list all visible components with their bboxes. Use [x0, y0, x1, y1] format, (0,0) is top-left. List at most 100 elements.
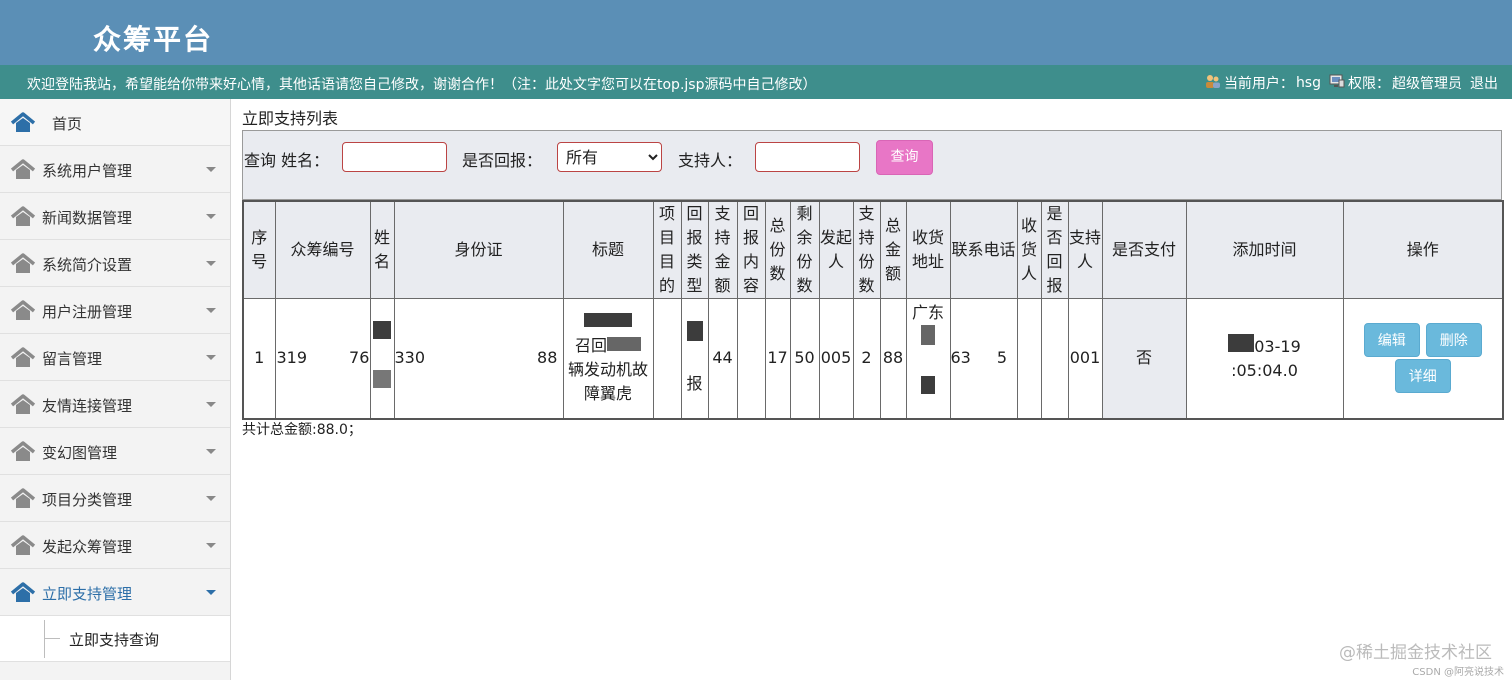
column-header: 是否回报 [1040, 200, 1069, 299]
cell-added-time: 03-19 :05:04.0 [1185, 298, 1344, 419]
house-icon [10, 112, 36, 132]
column-header: 联系电话 [949, 200, 1018, 299]
column-header: 总份数 [764, 200, 791, 299]
column-header: 收货人 [1016, 200, 1042, 299]
house-icon [10, 394, 36, 414]
sidebar-item-registration[interactable]: 用户注册管理 [0, 287, 230, 334]
sidebar-item-support[interactable]: 立即支持管理 [0, 569, 230, 616]
sidebar-item-carousel[interactable]: 变幻图管理 [0, 428, 230, 475]
sidebar-item-messages[interactable]: 留言管理 [0, 334, 230, 381]
cell-reward-content [736, 298, 766, 419]
house-icon [10, 582, 36, 602]
column-header: 支持金额 [707, 200, 738, 299]
sidebar-item-label: 首页 [52, 115, 83, 133]
table-header-row: 序号 众筹编号 姓名 身份证 标题 项目目的 回报类型 支持金额 回报内容 总份… [242, 200, 1504, 299]
id-card-head: 330 [394, 348, 426, 368]
column-header: 收货地址 [905, 200, 951, 299]
role-value: 超级管理员 [1392, 76, 1462, 92]
cell-actions: 编辑 删除 详细 [1342, 298, 1504, 419]
column-header: 支持份数 [852, 200, 881, 299]
cell-is-reward [1040, 298, 1069, 419]
role-icon [1329, 74, 1345, 92]
sidebar-subitem-support-query[interactable]: 立即支持查询 [0, 616, 230, 662]
welcome-bar: 欢迎登陆我站，希望能给你带来好心情，其他话语请您自己修改，谢谢合作！（注：此处文… [0, 65, 1512, 99]
sidebar-item-label: 变幻图管理 [42, 444, 118, 462]
chevron-down-icon [206, 308, 216, 313]
cell-total-shares: 17 [764, 298, 791, 419]
cell-reward-type: 报 [680, 298, 709, 419]
sidebar-item-label: 发起众筹管理 [42, 538, 133, 556]
name-input[interactable] [342, 142, 447, 172]
main-content: 立即支持列表 查询 姓名： 是否回报： 所有 支持人： 查询 序号 众筹编号 姓… [231, 99, 1512, 680]
search-panel: 查询 姓名： 是否回报： 所有 支持人： 查询 [242, 130, 1502, 200]
site-title: 众筹平台 [93, 23, 214, 56]
redacted-block [686, 320, 703, 341]
current-user: hsg [1295, 75, 1321, 91]
chevron-down-icon [206, 261, 216, 266]
sidebar-item-news[interactable]: 新闻数据管理 [0, 193, 230, 240]
id-card-tail: 88 [537, 348, 558, 368]
redacted-block [373, 370, 391, 389]
sidebar-item-intro[interactable]: 系统简介设置 [0, 240, 230, 287]
reward-type-text: 报 [686, 373, 703, 393]
detail-button[interactable]: 详细 [1394, 359, 1451, 394]
column-header: 剩余份数 [789, 200, 820, 299]
redacted-block [921, 325, 935, 345]
cell-is-paid: 否 [1101, 298, 1187, 419]
tree-line [44, 620, 45, 658]
sidebar: 首页 系统用户管理 新闻数据管理 系统简介设置 用户注册管理 留言管理 友情连接… [0, 99, 231, 680]
chevron-down-icon [206, 402, 216, 407]
house-icon [10, 535, 36, 555]
sidebar-item-crowdfunding[interactable]: 发起众筹管理 [0, 522, 230, 569]
chevron-down-icon [206, 496, 216, 501]
house-icon [10, 441, 36, 461]
title-line2: 辆发动机故 [567, 360, 648, 380]
cell-id-card: 330 88 [393, 298, 564, 419]
chevron-down-icon [206, 543, 216, 548]
tree-branch [44, 638, 60, 639]
sidebar-item-system-users[interactable]: 系统用户管理 [0, 146, 230, 193]
column-header: 操作 [1342, 200, 1504, 299]
current-user-label: 当前用户： [1223, 76, 1294, 92]
column-header: 序号 [242, 200, 276, 299]
house-icon [10, 206, 36, 226]
reward-select[interactable]: 所有 [557, 142, 662, 172]
redacted-block [584, 313, 632, 328]
welcome-text: 欢迎登陆我站，希望能给你带来好心情，其他话语请您自己修改，谢谢合作！（注：此处文… [27, 77, 817, 93]
table-row: 1 319 76 330 88 召回 辆发动机故 障翼虎 报 44 17 50 … [242, 298, 1504, 419]
crowdfund-no-head: 319 [276, 348, 308, 368]
added-time-line2: :05:04.0 [1231, 360, 1298, 380]
house-icon [10, 253, 36, 273]
sidebar-item-label: 友情连接管理 [42, 397, 133, 415]
column-header: 标题 [562, 200, 654, 299]
cell-receiver [1016, 298, 1042, 419]
total-amount-summary: 共计总金额:88.0； [242, 422, 362, 438]
watermark-sub: CSDN @阿亮说技术 [1412, 667, 1504, 678]
edit-button[interactable]: 编辑 [1363, 323, 1420, 358]
chevron-down-icon [206, 449, 216, 454]
address-text: 广东 [911, 303, 944, 322]
sidebar-item-categories[interactable]: 项目分类管理 [0, 475, 230, 522]
column-header: 总金额 [879, 200, 907, 299]
supporter-input[interactable] [755, 142, 860, 172]
sidebar-item-home[interactable]: 首页 [0, 99, 230, 146]
house-icon [10, 347, 36, 367]
house-icon [10, 488, 36, 508]
chevron-down-icon [206, 214, 216, 219]
page-title: 立即支持列表 [242, 109, 339, 128]
column-header: 众筹编号 [274, 200, 371, 299]
phone-tail: 5 [996, 348, 1008, 368]
phone-head: 63 [950, 348, 971, 368]
role-label: 权限： [1348, 76, 1390, 92]
top-header: 众筹平台 [0, 0, 1512, 65]
delete-button[interactable]: 删除 [1425, 323, 1482, 358]
added-time-line1: 03-19 [1254, 336, 1301, 356]
logout-link[interactable]: 退出 [1470, 73, 1498, 93]
column-header: 添加时间 [1185, 200, 1344, 299]
sidebar-item-links[interactable]: 友情连接管理 [0, 381, 230, 428]
column-header: 身份证 [393, 200, 564, 299]
column-header: 发起人 [818, 200, 854, 299]
supporter-label: 支持人： [678, 151, 743, 170]
sidebar-item-label: 用户注册管理 [42, 303, 133, 321]
query-button[interactable]: 查询 [876, 140, 933, 175]
